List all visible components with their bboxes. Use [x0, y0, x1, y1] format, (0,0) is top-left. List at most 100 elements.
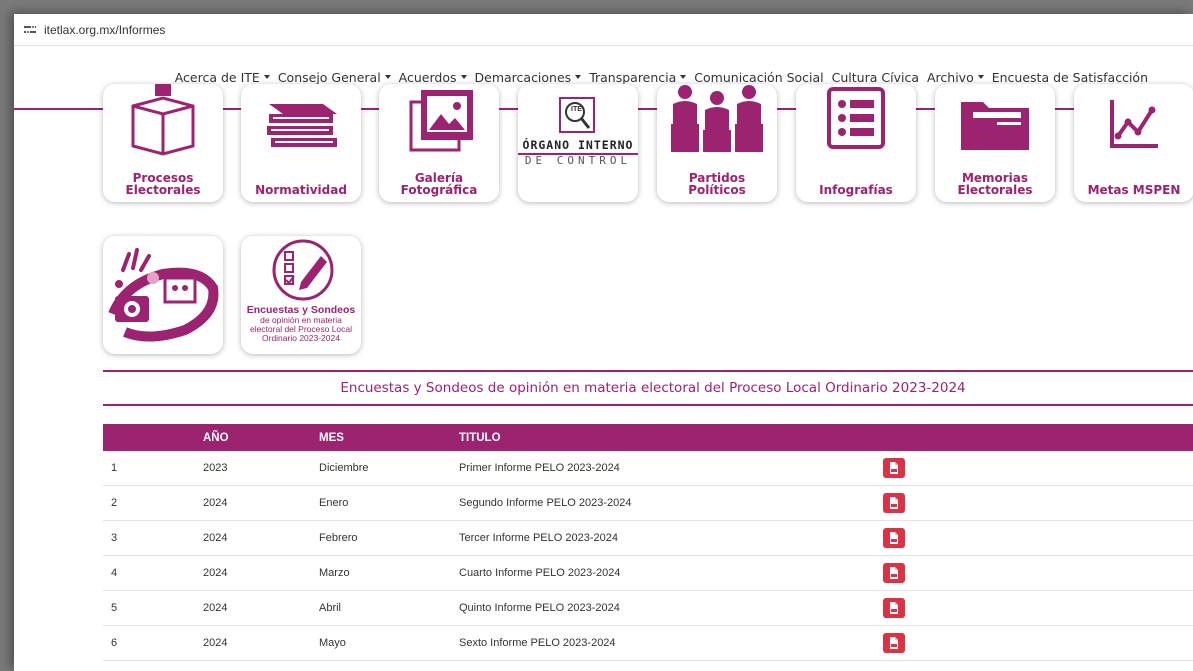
- pdf-download-icon[interactable]: [883, 563, 905, 583]
- nav-item-label: Comunicación Social: [694, 69, 824, 85]
- row-file-cell: [883, 458, 1193, 478]
- tile-encuestas-sondeos[interactable]: Encuestas y Sondeos de opinión en materi…: [241, 236, 361, 354]
- pdf-download-icon[interactable]: [883, 493, 905, 513]
- table-row: 2 2024 Enero Segundo Informe PELO 2023-2024: [103, 486, 1193, 521]
- politicians-icon: [671, 85, 763, 152]
- tile-organo-interno-control[interactable]: ITE ÓRGANO INTERNO DE CONTROL: [518, 84, 638, 202]
- row-titulo: Segundo Informe PELO 2023-2024: [459, 497, 632, 509]
- row-file-cell: [883, 493, 1193, 513]
- nav-item-label: Acerca de ITE: [174, 69, 260, 85]
- encuestas-subtitle: de opinión en materia electoral del Proc…: [249, 315, 353, 343]
- tile-label: Normatividad: [255, 183, 347, 197]
- tile-partidos-politicos[interactable]: Partidos Políticos: [657, 84, 777, 202]
- nav-item-label: Transparencia: [589, 69, 677, 85]
- tile-label: Partidos Políticos: [688, 171, 746, 197]
- magnifier-logo-icon: [559, 97, 595, 133]
- ballot-box-icon: [131, 84, 195, 156]
- url-text[interactable]: itetlax.org.mx/Informes: [44, 23, 165, 37]
- col-header-anio: AÑO: [203, 431, 229, 444]
- row-titulo: Quinto Informe PELO 2023-2024: [459, 602, 620, 614]
- pdf-download-icon[interactable]: [883, 458, 905, 478]
- row-anio: 2024: [203, 567, 228, 579]
- tile-memorias-electorales[interactable]: Memorias Electorales: [935, 84, 1055, 202]
- row-mes: Febrero: [319, 532, 358, 544]
- row-number: 5: [111, 602, 118, 614]
- nav-item-acuerdos[interactable]: Acuerdos: [399, 70, 467, 85]
- browser-window: itetlax.org.mx/Informes Acerca de ITE Con…: [14, 14, 1193, 671]
- row-mes: Mayo: [319, 637, 346, 649]
- row-titulo: Cuarto Informe PELO 2023-2024: [459, 567, 621, 579]
- checklist-pencil-icon: [272, 239, 334, 301]
- col-header-mes: MES: [319, 431, 344, 444]
- nav-item-label: Cultura Cívica: [831, 69, 919, 85]
- table-row: 5 2024 Abril Quinto Informe PELO 2023-2024: [103, 591, 1193, 626]
- row-number: 2: [111, 497, 118, 509]
- informes-table: AÑO MES TITULO 1 2023 Diciembre Primer Info…: [103, 424, 1193, 661]
- nav-item-acerca-de-ite[interactable]: Acerca de ITE: [175, 70, 270, 85]
- folder-icon: [961, 102, 1029, 150]
- site-settings-icon[interactable]: [24, 24, 38, 36]
- table-body: 1 2023 Diciembre Primer Informe PELO 2023-2…: [103, 451, 1193, 661]
- row-anio: 2023: [203, 462, 228, 474]
- table-row: 4 2024 Marzo Cuarto Informe PELO 2023-2024: [103, 556, 1193, 591]
- table-header: AÑO MES TITULO: [103, 424, 1193, 451]
- row-number: 4: [111, 567, 118, 579]
- nav-item-archivo[interactable]: Archivo: [927, 70, 984, 85]
- nav-item-cultura-cívica[interactable]: Cultura Cívica: [832, 70, 919, 85]
- accessibility-camera-icon: [108, 248, 219, 342]
- row-mes: Abril: [319, 602, 342, 614]
- pdf-download-icon[interactable]: [883, 633, 905, 653]
- nav-item-label: Acuerdos: [398, 69, 457, 85]
- row-mes: Enero: [319, 497, 349, 509]
- table-row: 1 2023 Diciembre Primer Informe PELO 2023-2…: [103, 451, 1193, 486]
- nav-item-consejo-general[interactable]: Consejo General: [278, 70, 391, 85]
- row-mes: Diciembre: [319, 462, 369, 474]
- caret-down-icon: [575, 75, 582, 79]
- row-number: 6: [111, 637, 118, 649]
- row-titulo: Tercer Informe PELO 2023-2024: [459, 532, 618, 544]
- pdf-download-icon[interactable]: [883, 598, 905, 618]
- oic-badge: ITE: [571, 106, 582, 113]
- row-titulo: Sexto Informe PELO 2023-2024: [459, 637, 616, 649]
- tile-label: Galería Fotográfica: [400, 171, 478, 197]
- table-row: 6 2024 Mayo Sexto Informe PELO 2023-2024: [103, 626, 1193, 661]
- nav-item-label: Archivo: [926, 69, 974, 85]
- row-file-cell: [883, 633, 1193, 653]
- tile-label: Infografías: [819, 183, 893, 197]
- row-anio: 2024: [203, 532, 228, 544]
- tile-label: Metas MSPEN: [1087, 183, 1181, 197]
- tile-metas-mspen[interactable]: Metas MSPEN: [1074, 84, 1193, 202]
- tile-label: Memorias Electorales: [957, 171, 1033, 197]
- nav-item-label: Encuesta de Satisfacción: [991, 69, 1148, 85]
- table-row: 3 2024 Febrero Tercer Informe PELO 2023-202…: [103, 521, 1193, 556]
- row-number: 3: [111, 532, 118, 544]
- nav-item-encuesta-de-satisfacción[interactable]: Encuesta de Satisfacción: [992, 70, 1148, 85]
- tile-infografias[interactable]: Infografías: [796, 84, 916, 202]
- tile-label: Procesos Electorales: [125, 171, 201, 197]
- caret-down-icon: [263, 75, 270, 79]
- caret-down-icon: [460, 75, 467, 79]
- tile-personas-discapacidad[interactable]: [103, 236, 223, 354]
- nav-item-transparencia[interactable]: Transparencia: [589, 69, 687, 85]
- row-anio: 2024: [203, 497, 228, 509]
- nav-item-comunicación-social[interactable]: Comunicación Social: [694, 70, 823, 85]
- caret-down-icon: [977, 75, 984, 79]
- infographic-icon: [827, 87, 885, 149]
- photo-gallery-icon: [409, 90, 473, 152]
- nav-item-demarcaciones[interactable]: Demarcaciones: [475, 70, 582, 85]
- row-anio: 2024: [203, 602, 228, 614]
- row-file-cell: [883, 598, 1193, 618]
- col-header-titulo: TITULO: [459, 431, 501, 444]
- nav-item-label: Demarcaciones: [474, 69, 572, 85]
- pdf-download-icon[interactable]: [883, 528, 905, 548]
- row-file-cell: [883, 528, 1193, 548]
- tile-normatividad[interactable]: Normatividad: [241, 84, 361, 202]
- row-anio: 2024: [203, 637, 228, 649]
- tile-procesos-electorales[interactable]: Procesos Electorales: [103, 84, 223, 202]
- address-bar[interactable]: itetlax.org.mx/Informes: [14, 14, 1193, 46]
- tile-galeria-fotografica[interactable]: Galería Fotográfica: [379, 84, 499, 202]
- books-icon: [267, 104, 337, 147]
- row-file-cell: [883, 563, 1193, 583]
- row-number: 1: [111, 462, 118, 474]
- section-title: Encuestas y Sondeos de opinión en materi…: [103, 370, 1193, 406]
